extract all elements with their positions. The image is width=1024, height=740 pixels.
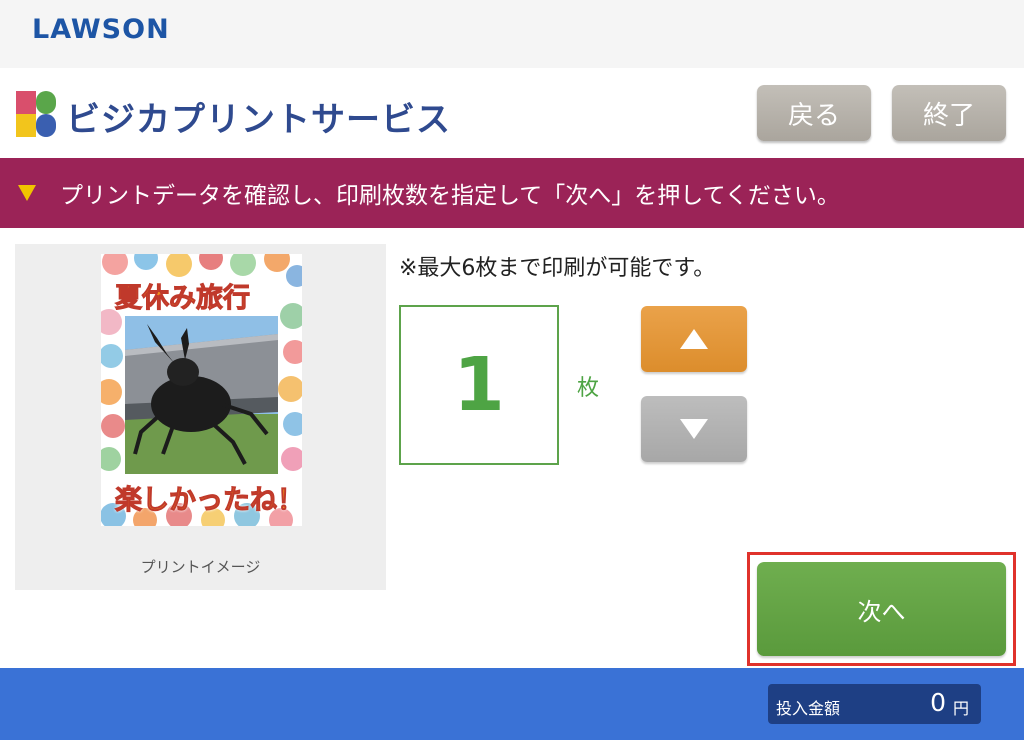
print-preview-image: 夏休み旅行 楽しかったね！: [101, 254, 302, 526]
max-copies-note: ※最大6枚まで印刷が可能です。: [399, 256, 716, 281]
preview-title-text: 夏休み旅行: [115, 283, 251, 315]
inserted-amount-value: 0: [930, 688, 946, 717]
increase-quantity-button[interactable]: [641, 306, 747, 372]
inserted-amount-label: 投入金額: [776, 699, 841, 718]
preview-bottom-text: 楽しかったね！: [115, 485, 303, 517]
service-header: ビジカプリントサービス 戻る 終了: [0, 68, 1024, 158]
end-button[interactable]: 終了: [892, 85, 1006, 141]
next-button[interactable]: 次へ: [757, 562, 1006, 656]
footer-bar: 投入金額 0 円: [0, 668, 1024, 740]
back-button[interactable]: 戻る: [757, 85, 871, 141]
preview-caption: プリントイメージ: [140, 558, 261, 576]
triangle-down-icon: [680, 419, 708, 439]
quantity-unit: 枚: [577, 376, 600, 401]
instruction-text: プリントデータを確認し、印刷枚数を指定して「次へ」を押してください。: [60, 183, 840, 209]
print-preview-panel: 夏休み旅行 楽しかったね！ プリントイメージ: [15, 244, 386, 590]
decrease-quantity-button[interactable]: [641, 396, 747, 462]
triangle-up-icon: [680, 329, 708, 349]
bizika-logo-icon: [16, 91, 56, 137]
top-bar: LAWSON: [0, 0, 1024, 68]
instruction-banner: プリントデータを確認し、印刷枚数を指定して「次へ」を押してください。: [0, 158, 1024, 228]
triangle-down-icon: [18, 185, 36, 201]
lawson-logo: LAWSON: [32, 14, 170, 45]
inserted-amount-unit: 円: [953, 699, 970, 718]
kiosk-screen: LAWSON ビジカプリントサービス 戻る 終了 プリントデータを確認し、印刷枚…: [0, 0, 1024, 740]
quantity-value: 1: [453, 342, 505, 428]
service-title: ビジカプリントサービス: [66, 100, 451, 140]
inserted-amount-display: 投入金額 0 円: [768, 684, 981, 724]
quantity-display: 1: [399, 305, 559, 465]
